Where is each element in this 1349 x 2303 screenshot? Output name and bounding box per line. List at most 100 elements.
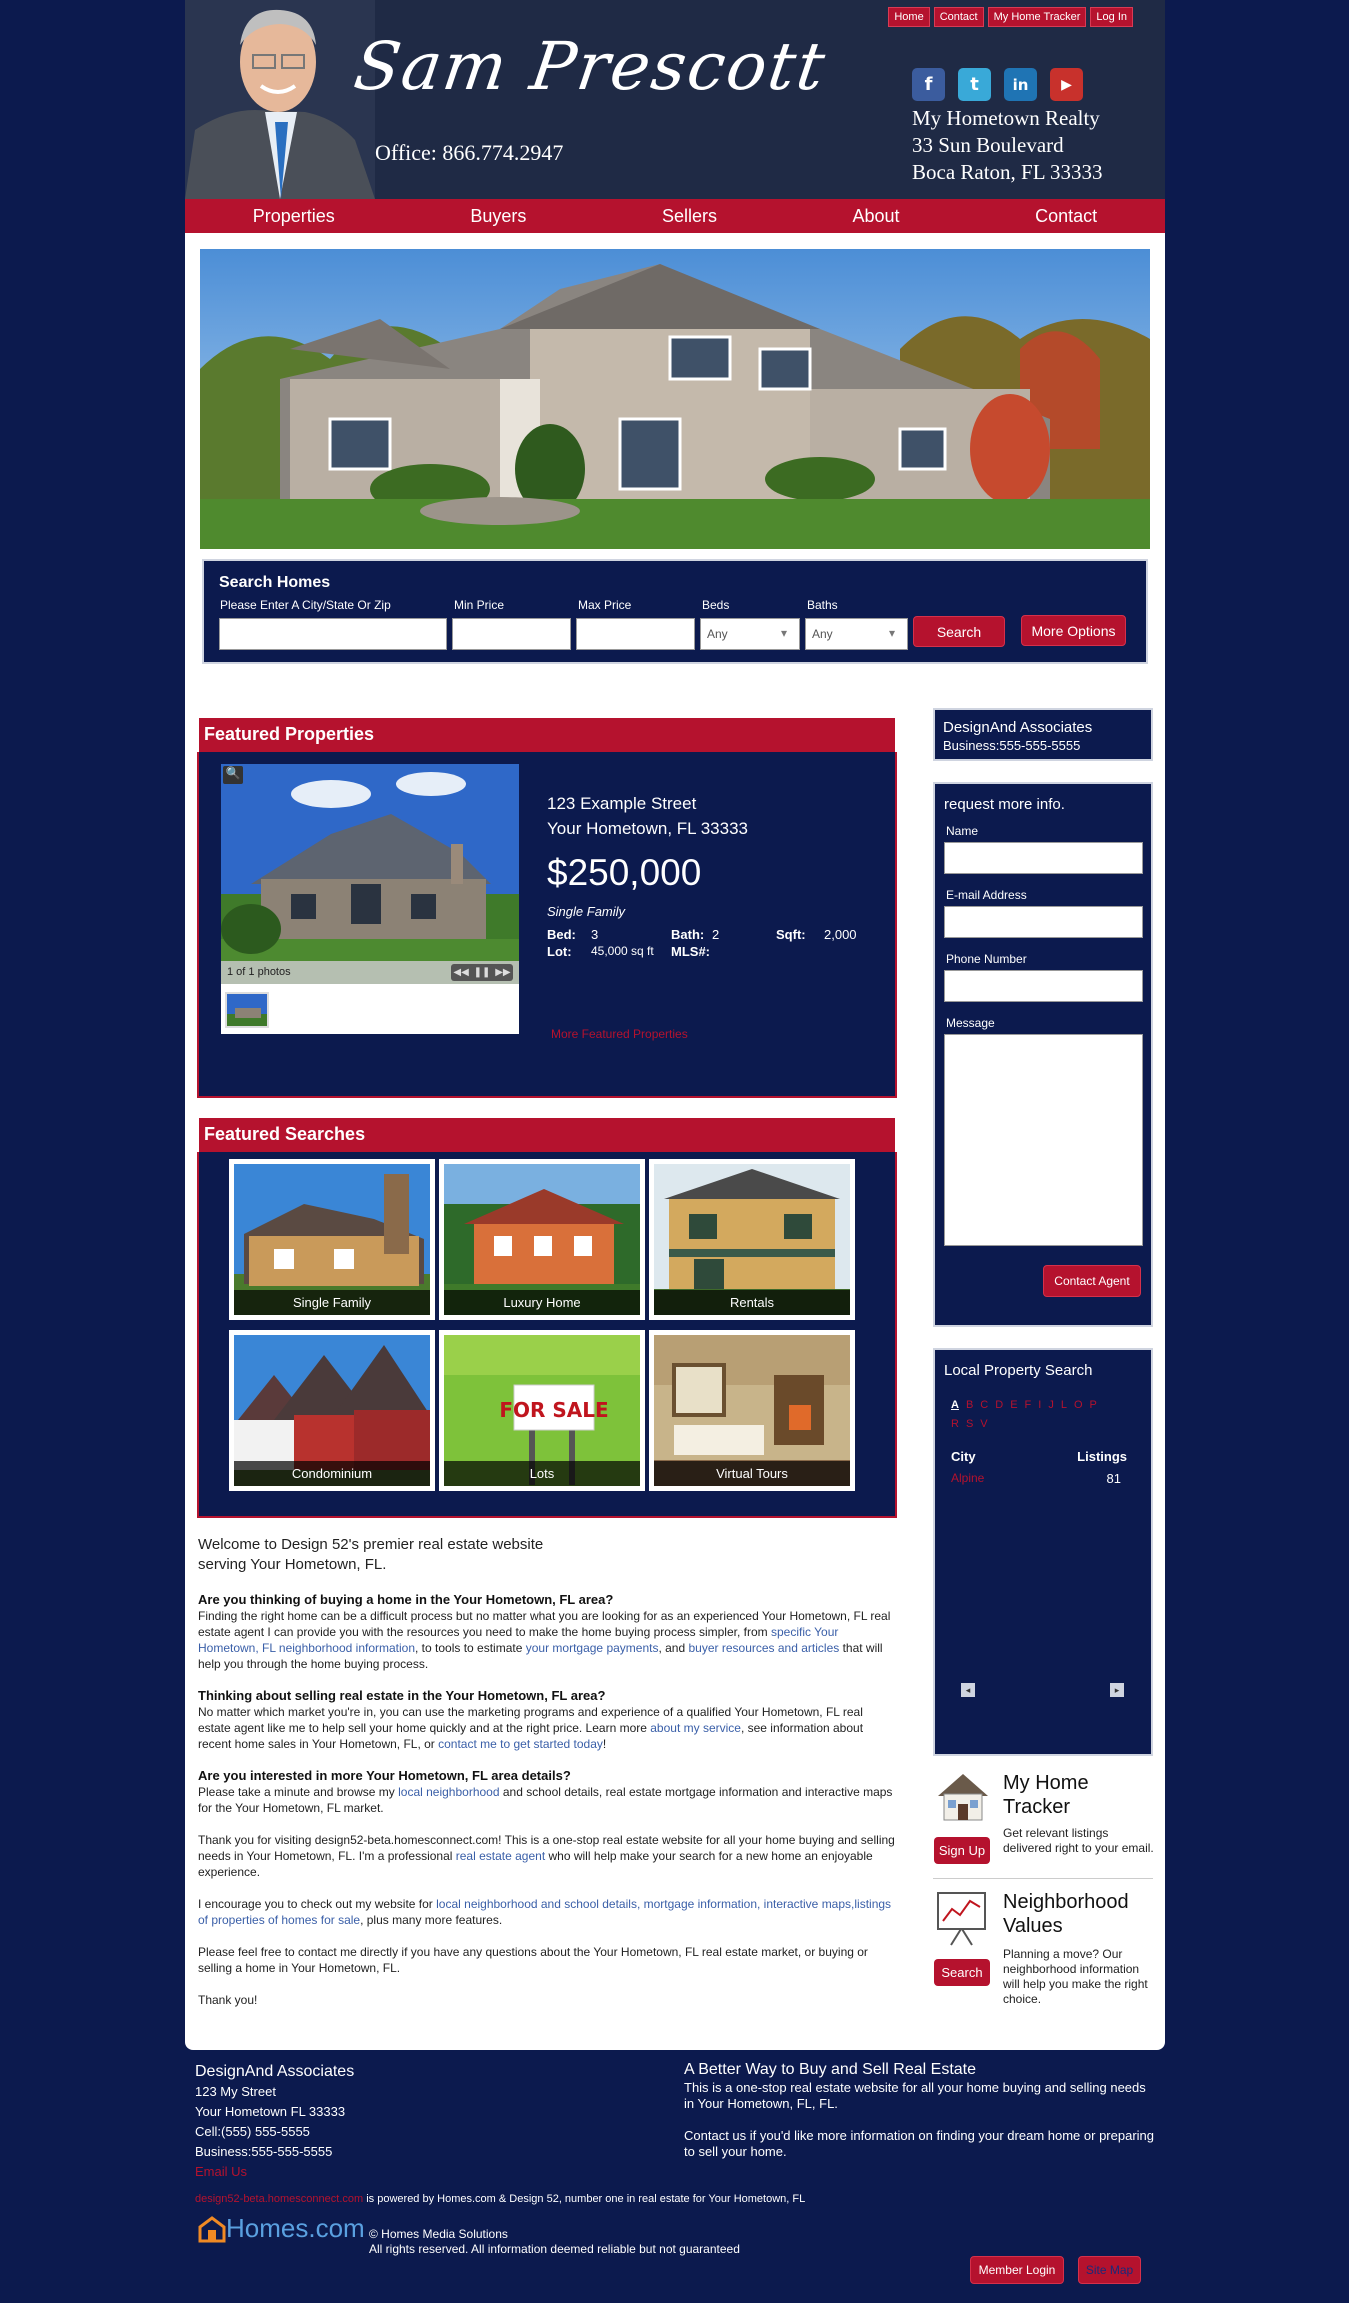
search-tile-lots[interactable]: FOR SALE Lots — [439, 1330, 645, 1491]
nav-contact[interactable]: Contact — [1035, 206, 1097, 227]
prev-icon[interactable]: ◀◀ — [453, 967, 468, 978]
mls-label: MLS#: — [671, 944, 710, 959]
values-text: Planning a move? Our neighborhood inform… — [1003, 1947, 1148, 2006]
next-arrow-icon[interactable]: ▸ — [1110, 1683, 1124, 1697]
phone-field[interactable] — [944, 970, 1143, 1002]
tracker-title-line: My Home — [1003, 1772, 1089, 1794]
contact-agent-button[interactable]: Contact Agent — [1043, 1265, 1141, 1297]
letter-link[interactable]: P — [1090, 1399, 1097, 1411]
baths-select[interactable]: Any — [805, 618, 908, 650]
letter-link[interactable]: F — [1025, 1399, 1032, 1411]
letter-link[interactable]: S — [966, 1418, 973, 1430]
letter-link[interactable]: O — [1074, 1399, 1083, 1411]
lps-title: Local Property Search — [944, 1362, 1093, 1379]
photo-count: 1 of 1 photos — [227, 966, 291, 978]
search-tile-condominium[interactable]: Condominium — [229, 1330, 435, 1491]
search-tile-luxury-home[interactable]: Luxury Home — [439, 1159, 645, 1320]
tile-label: Lots — [444, 1461, 640, 1486]
photo-controls: ◀◀ ❚❚ ▶▶ — [451, 964, 513, 981]
local-property-search: Local Property Search ABCDEFIJLOP RSV Cit… — [933, 1348, 1153, 1756]
letter-link[interactable]: J — [1048, 1399, 1054, 1411]
top-link-contact[interactable]: Contact — [933, 7, 984, 27]
about-my-service-link[interactable]: about my service — [650, 1721, 741, 1735]
bath-label: Bath: — [671, 927, 705, 942]
city-link[interactable]: Alpine — [951, 1471, 984, 1485]
site-link[interactable]: design52-beta.homesconnect.com — [195, 2193, 363, 2205]
featured-searches: Single Family Luxury Home Rentals Condom… — [197, 1152, 897, 1518]
search-tile-virtual-tours[interactable]: Virtual Tours — [649, 1330, 855, 1491]
nav-sellers[interactable]: Sellers — [662, 206, 717, 227]
email-label: E-mail Address — [946, 888, 1027, 902]
tracker-title-line: Tracker — [1003, 1796, 1071, 1818]
search-tile-rentals[interactable]: Rentals — [649, 1159, 855, 1320]
location-input[interactable] — [219, 618, 447, 650]
max-price-input[interactable] — [576, 618, 695, 650]
search-tile-single-family[interactable]: Single Family — [229, 1159, 435, 1320]
more-options-button[interactable]: More Options — [1021, 615, 1126, 646]
site-header: Sam Prescott Office: 866.774.2947 Home C… — [185, 0, 1165, 199]
listings-header: Listings — [1077, 1449, 1127, 1464]
site-map-button[interactable]: Site Map — [1078, 2256, 1141, 2284]
letter-link[interactable]: I — [1038, 1399, 1041, 1411]
mortgage-payments-link[interactable]: your mortgage payments — [526, 1641, 659, 1655]
min-price-input[interactable] — [452, 618, 571, 650]
contact-me-link[interactable]: contact me to get started today — [438, 1737, 603, 1751]
thank-you-text: Thank you! — [198, 1993, 258, 2007]
youtube-icon[interactable]: ▶ — [1050, 68, 1083, 101]
real-estate-agent-link[interactable]: real estate agent — [456, 1849, 545, 1863]
min-price-label: Min Price — [454, 598, 505, 612]
letter-link[interactable]: C — [980, 1399, 988, 1411]
nav-about[interactable]: About — [853, 206, 900, 227]
twitter-icon[interactable]: t — [958, 68, 991, 101]
name-field[interactable] — [944, 842, 1143, 874]
next-icon[interactable]: ▶▶ — [495, 967, 510, 978]
top-link-log-in[interactable]: Log In — [1090, 7, 1133, 27]
search-button[interactable]: Search — [913, 616, 1005, 647]
nav-buyers[interactable]: Buyers — [470, 206, 526, 227]
sign-up-button[interactable]: Sign Up — [934, 1837, 990, 1864]
beds-select[interactable]: Any — [700, 618, 800, 650]
chart-easel-icon — [934, 1889, 989, 1947]
letter-link[interactable]: B — [966, 1399, 973, 1411]
lot-value: 45,000 sq ft — [591, 944, 654, 958]
more-featured-properties-link[interactable]: More Featured Properties — [551, 1027, 688, 1041]
letter-link[interactable]: E — [1010, 1399, 1017, 1411]
buy-paragraph: Finding the right home can be a difficul… — [198, 1608, 898, 1672]
values-search-button[interactable]: Search — [934, 1959, 990, 1986]
agent-name: Sam Prescott — [349, 28, 832, 105]
text: Please take a minute and browse my — [198, 1785, 399, 1799]
local-neighborhood-link[interactable]: local neighborhood — [398, 1785, 499, 1799]
prev-arrow-icon[interactable]: ◂ — [961, 1683, 975, 1697]
linkedin-icon[interactable]: in — [1004, 68, 1037, 101]
letter-link[interactable]: R — [951, 1418, 959, 1430]
request-info-form: request more info. Name E-mail Address P… — [933, 782, 1153, 1327]
email-field[interactable] — [944, 906, 1143, 938]
message-field[interactable] — [944, 1034, 1143, 1246]
tagline-text-2: Contact us if you'd like more informatio… — [684, 2128, 1154, 2159]
office-address-line: 33 Sun Boulevard — [912, 133, 1064, 157]
buyer-resources-link[interactable]: buyer resources and articles — [689, 1641, 840, 1655]
zoom-icon[interactable]: 🔍 — [223, 766, 243, 784]
site-footer: DesignAnd Associates 123 My Street Your … — [0, 2050, 1349, 2303]
letter-link[interactable]: A — [951, 1399, 959, 1411]
property-price: $250,000 — [547, 852, 702, 893]
top-link-my-home-tracker[interactable]: My Home Tracker — [987, 7, 1087, 27]
nav-properties[interactable]: Properties — [253, 206, 335, 227]
facebook-icon[interactable]: f — [912, 68, 945, 101]
letter-link[interactable]: L — [1061, 1399, 1067, 1411]
email-us-link[interactable]: Email Us — [195, 2164, 247, 2179]
pause-icon[interactable]: ❚❚ — [474, 967, 491, 978]
letter-link[interactable]: V — [980, 1418, 987, 1430]
property-street[interactable]: 123 Example Street — [547, 791, 748, 816]
property-thumbnail[interactable] — [225, 992, 269, 1028]
form-title: request more info. — [944, 796, 1065, 813]
member-login-button[interactable]: Member Login — [970, 2256, 1064, 2284]
top-link-home[interactable]: Home — [888, 7, 930, 27]
homes-com-logo[interactable]: Homes.com — [198, 2213, 365, 2244]
hero-image — [200, 249, 1150, 549]
property-photo[interactable] — [221, 764, 519, 984]
buy-heading: Are you thinking of buying a home in the… — [198, 1592, 614, 1607]
powered-by: design52-beta.homesconnect.com is powere… — [195, 2193, 805, 2205]
copyright: © Homes Media Solutions All rights reser… — [369, 2227, 740, 2257]
letter-link[interactable]: D — [995, 1399, 1003, 1411]
